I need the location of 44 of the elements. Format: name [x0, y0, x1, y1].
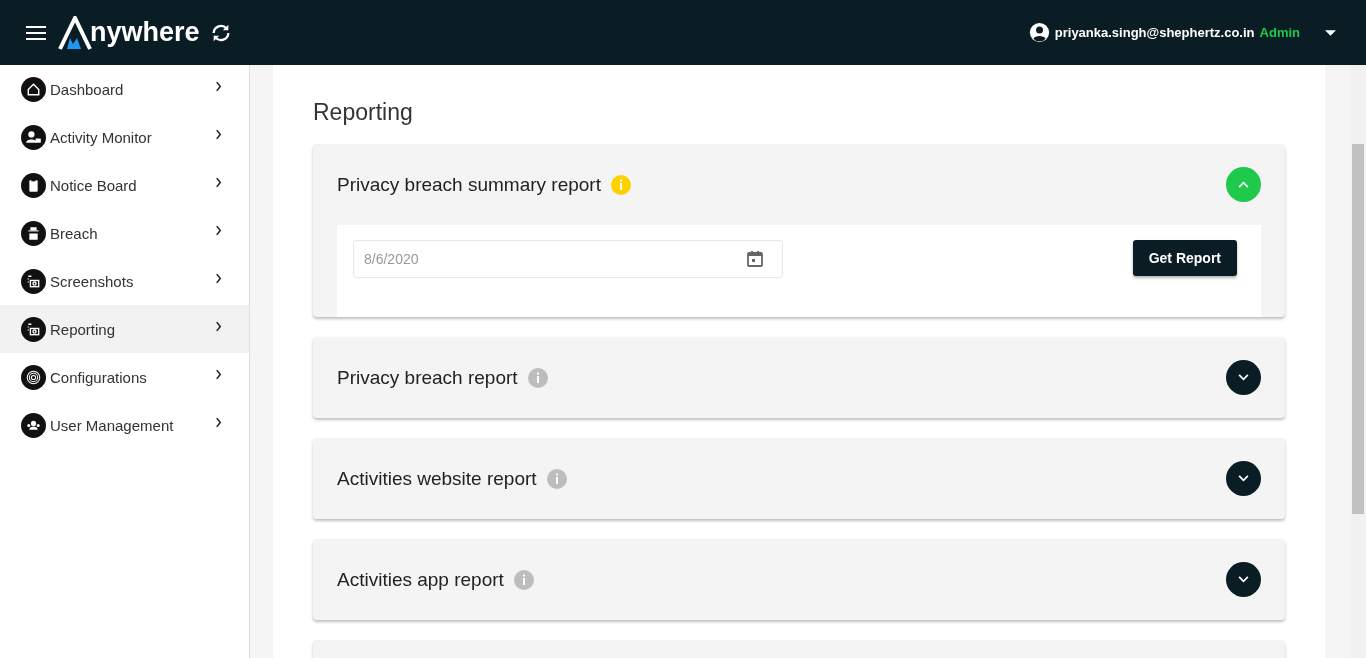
user-icon: [21, 124, 46, 150]
user-email: priyanka.singh@shephertz.co.in: [1054, 25, 1255, 40]
logo-icon: [58, 15, 92, 50]
account-icon[interactable]: [1028, 22, 1050, 43]
report-title: Activities website report: [337, 467, 537, 490]
chevron-right-icon: [215, 272, 222, 284]
chevron-down-icon: [1238, 374, 1249, 381]
chevron-right-icon: [215, 128, 222, 140]
expand-button[interactable]: [1226, 562, 1261, 597]
expand-button[interactable]: [1226, 461, 1261, 496]
camera-icon: [21, 268, 46, 294]
chevron-right-icon: [215, 176, 222, 188]
user-role: Admin: [1259, 25, 1300, 40]
camera-icon: [21, 316, 46, 342]
report-title: Privacy breach report: [337, 366, 518, 389]
chevron-right-icon: [215, 368, 222, 380]
sidebar-item[interactable]: Configurations: [0, 353, 249, 401]
chevron-down-icon: [1238, 576, 1249, 583]
sidebar-item[interactable]: Activity Monitor: [0, 113, 249, 161]
chevron-right-icon: [215, 80, 222, 92]
expand-button[interactable]: [1226, 360, 1261, 395]
chevron-down-icon: [1238, 475, 1249, 482]
sidebar-item[interactable]: Notice Board: [0, 161, 249, 209]
home-icon: [21, 76, 46, 102]
page-title: Reporting: [313, 99, 414, 126]
chevron-right-icon: [215, 224, 222, 236]
brand-name: nywhere: [90, 17, 200, 48]
clipboard-icon: [21, 172, 46, 198]
chevron-right-icon: [215, 320, 222, 332]
chevron-up-icon: [1238, 181, 1249, 188]
dropdown-caret-icon[interactable]: [1325, 29, 1336, 36]
report-title: Privacy breach summary report: [337, 173, 601, 196]
sidebar-item[interactable]: Breach: [0, 209, 249, 257]
report-title: Activities app report: [337, 568, 504, 591]
menu-icon[interactable]: [26, 24, 46, 41]
chevron-right-icon: [215, 416, 222, 428]
sidebar-item[interactable]: Reporting: [0, 305, 249, 353]
sidebar-item[interactable]: Dashboard: [0, 65, 249, 113]
sidebar-item[interactable]: Screenshots: [0, 257, 249, 305]
scrollbar[interactable]: [1350, 65, 1366, 658]
sidebar-item[interactable]: User Management: [0, 401, 249, 449]
get-report-button[interactable]: Get Report: [1132, 240, 1237, 276]
users-icon: [21, 412, 46, 438]
calendar-icon[interactable]: [746, 250, 764, 268]
